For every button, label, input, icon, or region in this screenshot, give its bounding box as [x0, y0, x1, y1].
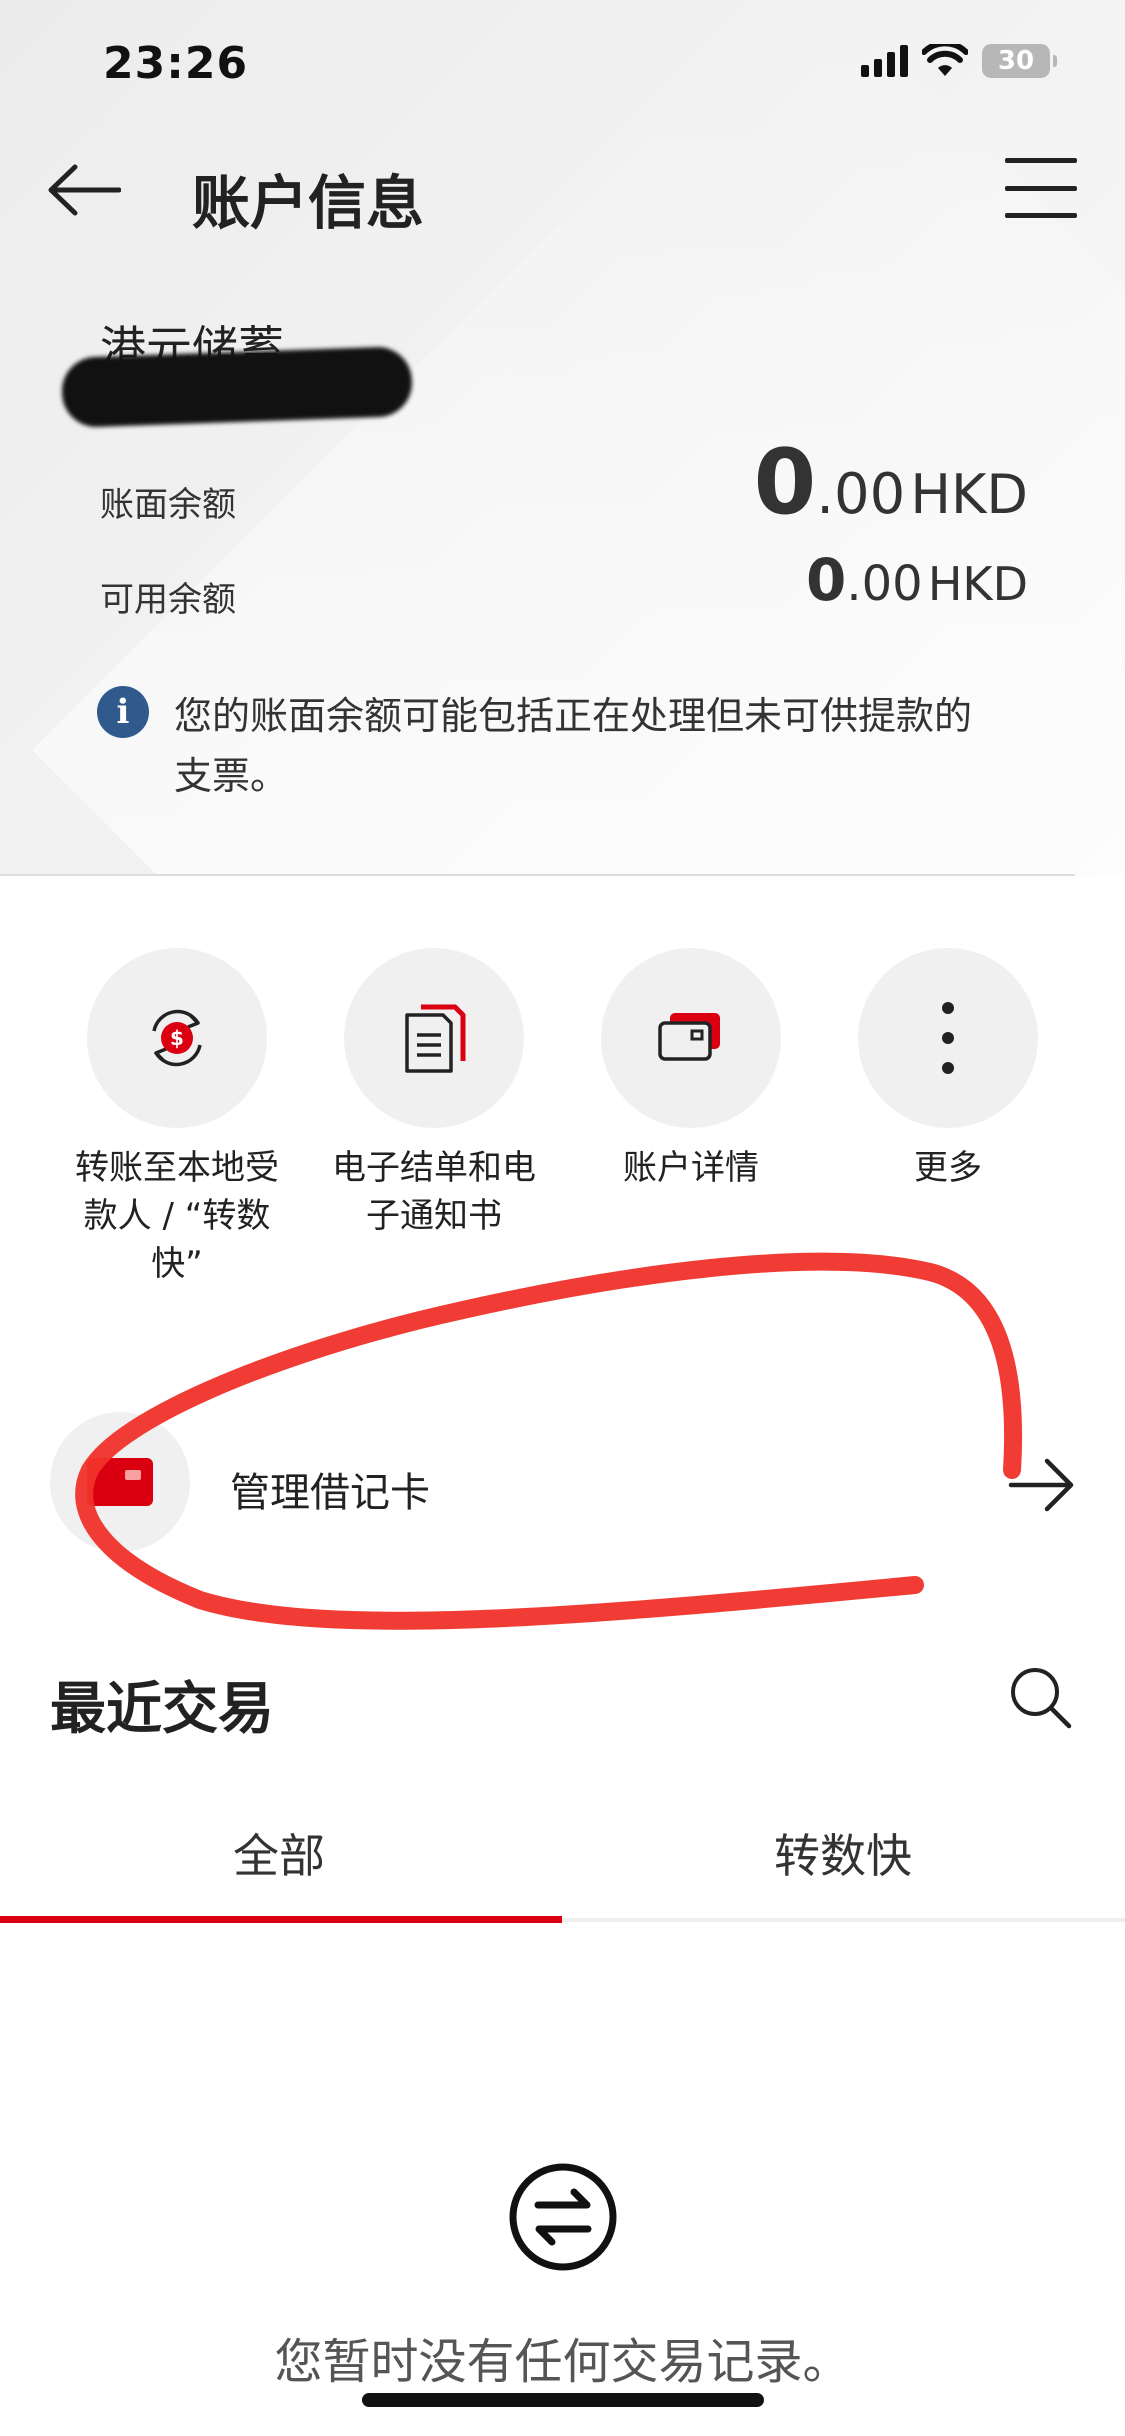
quick-action-label: 电子结单和电子通知书 — [332, 1148, 536, 1236]
quick-action-estatements[interactable]: 电子结单和电子通知书 — [314, 948, 554, 1240]
arrow-right-icon[interactable] — [1007, 1455, 1077, 1515]
info-note: 您的账面余额可能包括正在处理但未可供提款的支票。 — [174, 694, 973, 798]
ledger-balance-currency: HKD — [910, 463, 1028, 526]
hamburger-icon-bar — [1005, 158, 1077, 163]
quick-action-account-details[interactable]: 账户详情 — [571, 948, 811, 1192]
quick-action-more[interactable]: 更多 — [828, 948, 1068, 1192]
quick-action-circle: $ — [87, 948, 267, 1128]
active-tab-indicator — [0, 1916, 562, 1923]
back-button[interactable] — [44, 150, 124, 230]
transfer-icon: $ — [152, 1009, 202, 1067]
tab-all[interactable]: 全部 — [233, 1820, 325, 1886]
divider — [0, 874, 1075, 876]
statement-icon — [405, 1004, 466, 1073]
quick-action-circle — [601, 948, 781, 1128]
available-balance-label: 可用余额 — [100, 580, 236, 620]
arrow-left-icon — [48, 164, 121, 216]
quick-action-transfer[interactable]: $ 转账至本地受款人 / “转数快” — [57, 948, 297, 1288]
available-balance-currency: HKD — [927, 557, 1028, 611]
quick-action-label: 账户详情 — [623, 1148, 759, 1188]
ledger-balance-label: 账面余额 — [100, 485, 236, 525]
more-icon — [942, 1002, 954, 1074]
search-icon[interactable] — [1005, 1662, 1075, 1732]
info-icon: i — [97, 686, 149, 738]
menu-button[interactable] — [1001, 152, 1081, 224]
hamburger-icon-bar — [1005, 185, 1077, 191]
battery-icon: 30 — [982, 44, 1057, 78]
status-time: 23:26 — [103, 38, 249, 89]
manage-debit-card-link[interactable]: 管理借记卡 — [230, 1460, 430, 1518]
available-balance-integer: 0 — [806, 546, 847, 614]
quick-action-circle — [344, 948, 524, 1128]
transfer-exchange-icon — [509, 2163, 617, 2271]
quick-action-label: 更多 — [914, 1148, 982, 1188]
available-balance-decimal: .00 — [846, 556, 923, 612]
available-balance-value: 0.00 HKD — [806, 546, 1028, 614]
ledger-balance-value: 0.00 HKD — [754, 430, 1028, 535]
ledger-balance-integer: 0 — [753, 430, 817, 535]
home-indicator[interactable] — [362, 2393, 764, 2407]
quick-action-circle — [858, 948, 1038, 1128]
cellular-signal-icon — [861, 45, 908, 77]
tab-fps[interactable]: 转数快 — [774, 1820, 912, 1886]
debit-card-icon-circle[interactable] — [50, 1412, 190, 1552]
debit-card-icon — [87, 1458, 153, 1506]
wifi-icon — [922, 44, 968, 76]
hamburger-icon-bar — [1005, 213, 1077, 218]
svg-text:$: $ — [170, 1026, 184, 1050]
account-details-icon — [658, 1013, 720, 1061]
page-title: 账户信息 — [192, 169, 425, 237]
ledger-balance-decimal: .00 — [816, 462, 906, 527]
recent-transactions-title: 最近交易 — [50, 1677, 274, 1742]
transaction-tabs: 全部 转数快 — [0, 1800, 1125, 1920]
redaction-mark — [60, 345, 414, 429]
empty-state-text: 您暂时没有任何交易记录。 — [274, 2334, 851, 2390]
status-icons: 30 — [861, 44, 1057, 78]
quick-action-label: 转账至本地受款人 / “转数快” — [75, 1148, 279, 1284]
